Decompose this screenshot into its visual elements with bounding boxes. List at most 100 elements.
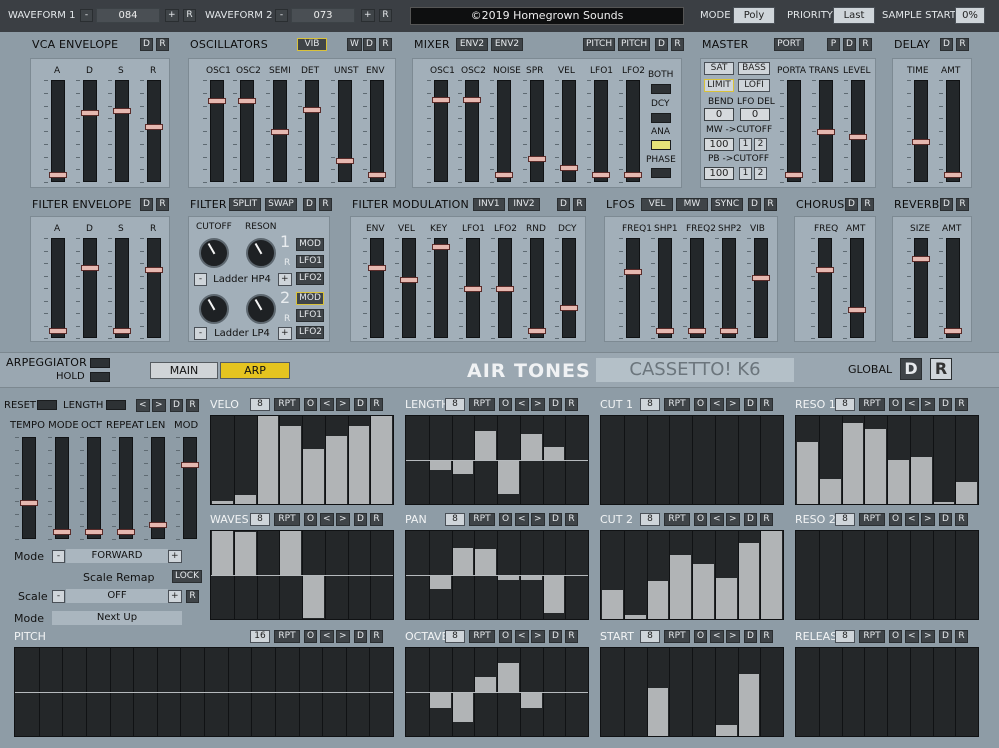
fmod-r-button[interactable]: R xyxy=(573,198,586,211)
mix-both-switch[interactable] xyxy=(651,84,671,94)
mixer-env2-button-a[interactable]: ENV2 xyxy=(456,38,488,51)
seq-pan-count[interactable]: 8 xyxy=(445,513,465,526)
lfos-sync-button[interactable]: SYNC xyxy=(711,198,743,211)
step-bar[interactable] xyxy=(543,576,565,614)
seq-pitch-o-button[interactable]: O xyxy=(304,630,318,643)
scale-plus-button[interactable]: + xyxy=(168,590,182,603)
lfo-shp1-fader[interactable] xyxy=(656,238,674,338)
filter2-type[interactable]: Ladder LP4 xyxy=(210,327,274,340)
lfos-mw-button[interactable]: MW xyxy=(676,198,708,211)
seq-waves-count[interactable]: 8 xyxy=(250,513,270,526)
seq-velo-r-button[interactable]: R xyxy=(370,398,383,411)
seq-reso-1-rpt-button[interactable]: RPT xyxy=(859,398,885,411)
delay-amt-handle[interactable] xyxy=(944,172,962,178)
seq-reso-1-r-button[interactable]: R xyxy=(955,398,968,411)
fm-rnd-handle[interactable] xyxy=(528,328,546,334)
master-p-button[interactable]: P xyxy=(827,38,840,51)
lfos-d-button[interactable]: D xyxy=(748,198,761,211)
seq-release-grid[interactable] xyxy=(795,647,979,737)
lfo-freq1-fader[interactable] xyxy=(624,238,642,338)
pb-1-button[interactable]: 1 xyxy=(739,167,752,180)
step-bar[interactable] xyxy=(280,531,301,575)
step-bar[interactable] xyxy=(842,423,864,504)
seq-waves-prev-button[interactable]: < xyxy=(320,513,334,526)
mw-2-button[interactable]: 2 xyxy=(754,138,767,151)
step-bar[interactable] xyxy=(475,677,496,692)
fm-vel-fader[interactable] xyxy=(400,238,418,338)
seq-pan-prev-button[interactable]: < xyxy=(515,513,529,526)
semi-handle[interactable] xyxy=(271,129,289,135)
step-bar[interactable] xyxy=(647,581,669,619)
seq-cut-1-count[interactable]: 8 xyxy=(640,398,660,411)
chorus-amt-fader[interactable] xyxy=(848,238,866,338)
seq-start-r-button[interactable]: R xyxy=(760,630,773,643)
seq-cut-1-grid[interactable] xyxy=(600,415,784,505)
seq-velo-rpt-button[interactable]: RPT xyxy=(274,398,300,411)
osc-r-button[interactable]: R xyxy=(379,38,392,51)
lfo-vib-fader[interactable] xyxy=(752,238,770,338)
step-bar[interactable] xyxy=(429,461,451,470)
step-bar[interactable] xyxy=(602,589,623,619)
lfo-freq2-handle[interactable] xyxy=(688,328,706,334)
mixer-env2-button-b[interactable]: ENV2 xyxy=(491,38,523,51)
arp-oct-fader[interactable] xyxy=(85,437,103,539)
seq-reso-2-r-button[interactable]: R xyxy=(955,513,968,526)
seq-reso-2-o-button[interactable]: O xyxy=(889,513,903,526)
spr-handle[interactable] xyxy=(528,156,546,162)
reverb-amt-fader[interactable] xyxy=(944,238,962,338)
scale-minus-button[interactable]: - xyxy=(52,590,65,603)
filter1-lfo2-button[interactable]: LFO2 xyxy=(296,272,324,285)
vca-d-handle[interactable] xyxy=(81,110,99,116)
arp-arpmod-handle[interactable] xyxy=(181,462,199,468)
porta-handle[interactable] xyxy=(785,172,803,178)
sample-start-value[interactable]: 0% xyxy=(955,7,985,24)
seq-length-o-button[interactable]: O xyxy=(499,398,513,411)
seq-octaves-o-button[interactable]: O xyxy=(499,630,513,643)
fm-key-fader[interactable] xyxy=(432,238,450,338)
hold-switch[interactable] xyxy=(90,372,110,382)
bend-value[interactable]: 0 xyxy=(704,108,734,121)
arp-r-button[interactable]: R xyxy=(186,399,199,412)
fenv-a-fader[interactable] xyxy=(49,238,67,338)
filter1-lfo1-button[interactable]: LFO1 xyxy=(296,255,324,268)
vca-a-fader[interactable] xyxy=(49,80,67,182)
reset-switch[interactable] xyxy=(37,400,57,410)
fmod-inv2-button[interactable]: INV2 xyxy=(508,198,540,211)
seq-release-prev-button[interactable]: < xyxy=(905,630,919,643)
step-bar[interactable] xyxy=(693,563,714,619)
seq-waves-r-button[interactable]: R xyxy=(370,513,383,526)
seq-start-next-button[interactable]: > xyxy=(726,630,740,643)
arp-len-handle[interactable] xyxy=(149,522,167,528)
waveform2-value[interactable]: 073 xyxy=(291,8,355,23)
fm-lfo1-fader[interactable] xyxy=(464,238,482,338)
osc2-handle[interactable] xyxy=(238,98,256,104)
fm-env-handle[interactable] xyxy=(368,265,386,271)
lfos-r-button[interactable]: R xyxy=(764,198,777,211)
step-bar[interactable] xyxy=(956,482,977,504)
step-bar[interactable] xyxy=(670,554,691,619)
seq-reso-1-next-button[interactable]: > xyxy=(921,398,935,411)
fm-dcy-fader[interactable] xyxy=(560,238,578,338)
mix-lfo2-fader[interactable] xyxy=(624,80,642,182)
seq-velo-grid[interactable] xyxy=(210,415,394,505)
osc-d-button[interactable]: D xyxy=(363,38,376,51)
porta-fader[interactable] xyxy=(785,80,803,182)
master-port-button[interactable]: PORT xyxy=(774,38,804,51)
mixer-r-button[interactable]: R xyxy=(671,38,684,51)
seq-cut-2-next-button[interactable]: > xyxy=(726,513,740,526)
step-bar[interactable] xyxy=(452,693,474,723)
seq-pitch-r-button[interactable]: R xyxy=(370,630,383,643)
arp-oct-handle[interactable] xyxy=(85,529,103,535)
step-bar[interactable] xyxy=(543,446,565,460)
global-r-button[interactable]: R xyxy=(930,358,952,380)
seq-start-o-button[interactable]: O xyxy=(694,630,708,643)
mode-minus-button[interactable]: - xyxy=(52,550,65,563)
reverb-d-button[interactable]: D xyxy=(940,198,953,211)
filter2-lfo2-button[interactable]: LFO2 xyxy=(296,326,324,339)
lfo-freq1-handle[interactable] xyxy=(624,269,642,275)
fm-lfo2-handle[interactable] xyxy=(496,286,514,292)
filter2-cutoff-knob[interactable] xyxy=(199,294,229,324)
filter-swap-button[interactable]: SWAP xyxy=(265,198,297,211)
scale-lock-button[interactable]: LOCK xyxy=(172,570,202,583)
step-bar[interactable] xyxy=(910,457,932,504)
